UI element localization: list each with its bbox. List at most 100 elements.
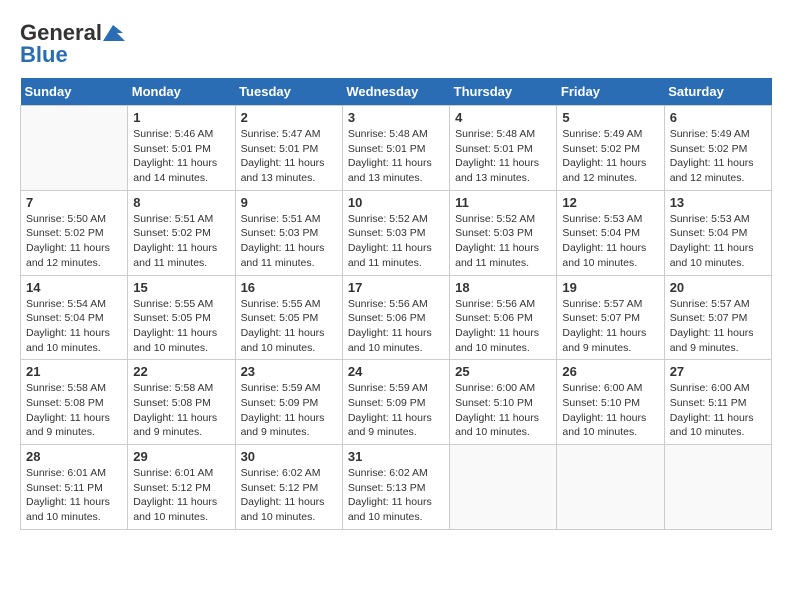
day-info: Sunrise: 6:00 AM Sunset: 5:10 PM Dayligh… (562, 381, 658, 440)
day-number: 8 (133, 195, 229, 210)
day-info: Sunrise: 6:02 AM Sunset: 5:12 PM Dayligh… (241, 466, 337, 525)
day-number: 22 (133, 364, 229, 379)
calendar-week-row: 21 Sunrise: 5:58 AM Sunset: 5:08 PM Dayli… (21, 360, 772, 445)
day-info: Sunrise: 6:00 AM Sunset: 5:10 PM Dayligh… (455, 381, 551, 440)
day-info: Sunrise: 5:48 AM Sunset: 5:01 PM Dayligh… (455, 127, 551, 186)
weekday-header-cell: Saturday (664, 78, 771, 106)
day-info: Sunrise: 5:50 AM Sunset: 5:02 PM Dayligh… (26, 212, 122, 271)
calendar-day-cell: 8 Sunrise: 5:51 AM Sunset: 5:02 PM Daylig… (128, 190, 235, 275)
calendar-day-cell: 7Sunrise: 5:50 AM Sunset: 5:02 PM Daylig… (21, 190, 128, 275)
logo-blue: Blue (20, 42, 68, 68)
logo: General Blue (20, 20, 126, 68)
day-info: Sunrise: 5:59 AM Sunset: 5:09 PM Dayligh… (348, 381, 444, 440)
day-number: 24 (348, 364, 444, 379)
day-number: 26 (562, 364, 658, 379)
day-info: Sunrise: 5:57 AM Sunset: 5:07 PM Dayligh… (670, 297, 766, 356)
calendar-day-cell: 30 Sunrise: 6:02 AM Sunset: 5:12 PM Dayli… (235, 445, 342, 530)
day-number: 17 (348, 280, 444, 295)
calendar-day-cell: 14 Sunrise: 5:54 AM Sunset: 5:04 PM Dayli… (21, 275, 128, 360)
day-number: 18 (455, 280, 551, 295)
calendar-week-row: 28 Sunrise: 6:01 AM Sunset: 5:11 PM Dayli… (21, 445, 772, 530)
day-info: Sunrise: 5:53 AM Sunset: 5:04 PM Dayligh… (670, 212, 766, 271)
day-number: 25 (455, 364, 551, 379)
calendar-day-cell: 11 Sunrise: 5:52 AM Sunset: 5:03 PM Dayli… (450, 190, 557, 275)
day-info: Sunrise: 5:55 AM Sunset: 5:05 PM Dayligh… (241, 297, 337, 356)
page-header: General Blue (20, 20, 772, 68)
calendar-day-cell (557, 445, 664, 530)
weekday-header-cell: Thursday (450, 78, 557, 106)
calendar-day-cell: 13 Sunrise: 5:53 AM Sunset: 5:04 PM Dayli… (664, 190, 771, 275)
day-number: 9 (241, 195, 337, 210)
weekday-header-cell: Friday (557, 78, 664, 106)
calendar-day-cell: 26 Sunrise: 6:00 AM Sunset: 5:10 PM Dayli… (557, 360, 664, 445)
day-number: 16 (241, 280, 337, 295)
calendar-day-cell: 27 Sunrise: 6:00 AM Sunset: 5:11 PM Dayli… (664, 360, 771, 445)
day-info: Sunrise: 5:51 AM Sunset: 5:02 PM Dayligh… (133, 212, 229, 271)
day-number: 31 (348, 449, 444, 464)
day-info: Sunrise: 5:47 AM Sunset: 5:01 PM Dayligh… (241, 127, 337, 186)
day-info: Sunrise: 5:52 AM Sunset: 5:03 PM Dayligh… (455, 212, 551, 271)
calendar-day-cell: 18 Sunrise: 5:56 AM Sunset: 5:06 PM Dayli… (450, 275, 557, 360)
calendar-day-cell: 24 Sunrise: 5:59 AM Sunset: 5:09 PM Dayli… (342, 360, 449, 445)
weekday-header-cell: Wednesday (342, 78, 449, 106)
day-number: 4 (455, 110, 551, 125)
day-number: 1 (133, 110, 229, 125)
day-info: Sunrise: 6:02 AM Sunset: 5:13 PM Dayligh… (348, 466, 444, 525)
day-number: 5 (562, 110, 658, 125)
day-number: 29 (133, 449, 229, 464)
day-number: 14 (26, 280, 122, 295)
day-number: 27 (670, 364, 766, 379)
calendar-day-cell (21, 106, 128, 191)
day-info: Sunrise: 5:52 AM Sunset: 5:03 PM Dayligh… (348, 212, 444, 271)
day-info: Sunrise: 5:46 AM Sunset: 5:01 PM Dayligh… (133, 127, 229, 186)
day-number: 19 (562, 280, 658, 295)
calendar-day-cell (664, 445, 771, 530)
calendar-body: 1 Sunrise: 5:46 AM Sunset: 5:01 PM Daylig… (21, 106, 772, 530)
calendar-day-cell: 22 Sunrise: 5:58 AM Sunset: 5:08 PM Dayli… (128, 360, 235, 445)
day-number: 6 (670, 110, 766, 125)
day-info: Sunrise: 5:56 AM Sunset: 5:06 PM Dayligh… (348, 297, 444, 356)
day-info: Sunrise: 5:56 AM Sunset: 5:06 PM Dayligh… (455, 297, 551, 356)
calendar-day-cell: 5Sunrise: 5:49 AM Sunset: 5:02 PM Daylig… (557, 106, 664, 191)
day-number: 12 (562, 195, 658, 210)
day-info: Sunrise: 6:01 AM Sunset: 5:11 PM Dayligh… (26, 466, 122, 525)
calendar-day-cell: 3Sunrise: 5:48 AM Sunset: 5:01 PM Daylig… (342, 106, 449, 191)
calendar-day-cell: 2Sunrise: 5:47 AM Sunset: 5:01 PM Daylig… (235, 106, 342, 191)
day-number: 15 (133, 280, 229, 295)
day-number: 21 (26, 364, 122, 379)
weekday-header-cell: Tuesday (235, 78, 342, 106)
day-info: Sunrise: 5:51 AM Sunset: 5:03 PM Dayligh… (241, 212, 337, 271)
day-info: Sunrise: 5:58 AM Sunset: 5:08 PM Dayligh… (133, 381, 229, 440)
day-number: 28 (26, 449, 122, 464)
calendar-day-cell: 29Sunrise: 6:01 AM Sunset: 5:12 PM Dayli… (128, 445, 235, 530)
calendar-day-cell: 20 Sunrise: 5:57 AM Sunset: 5:07 PM Dayli… (664, 275, 771, 360)
day-number: 30 (241, 449, 337, 464)
day-info: Sunrise: 5:59 AM Sunset: 5:09 PM Dayligh… (241, 381, 337, 440)
day-info: Sunrise: 5:57 AM Sunset: 5:07 PM Dayligh… (562, 297, 658, 356)
calendar-day-cell: 16 Sunrise: 5:55 AM Sunset: 5:05 PM Dayli… (235, 275, 342, 360)
day-number: 3 (348, 110, 444, 125)
day-info: Sunrise: 6:00 AM Sunset: 5:11 PM Dayligh… (670, 381, 766, 440)
day-info: Sunrise: 5:53 AM Sunset: 5:04 PM Dayligh… (562, 212, 658, 271)
calendar-day-cell (450, 445, 557, 530)
calendar-day-cell: 31 Sunrise: 6:02 AM Sunset: 5:13 PM Dayli… (342, 445, 449, 530)
day-number: 20 (670, 280, 766, 295)
day-info: Sunrise: 5:49 AM Sunset: 5:02 PM Dayligh… (670, 127, 766, 186)
day-number: 13 (670, 195, 766, 210)
day-info: Sunrise: 5:58 AM Sunset: 5:08 PM Dayligh… (26, 381, 122, 440)
calendar-day-cell: 4 Sunrise: 5:48 AM Sunset: 5:01 PM Daylig… (450, 106, 557, 191)
weekday-header-row: SundayMondayTuesdayWednesdayThursdayFrid… (21, 78, 772, 106)
day-info: Sunrise: 5:55 AM Sunset: 5:05 PM Dayligh… (133, 297, 229, 356)
day-number: 23 (241, 364, 337, 379)
day-number: 10 (348, 195, 444, 210)
calendar-day-cell: 25 Sunrise: 6:00 AM Sunset: 5:10 PM Dayli… (450, 360, 557, 445)
day-info: Sunrise: 5:54 AM Sunset: 5:04 PM Dayligh… (26, 297, 122, 356)
calendar-day-cell: 12 Sunrise: 5:53 AM Sunset: 5:04 PM Dayli… (557, 190, 664, 275)
calendar-week-row: 7Sunrise: 5:50 AM Sunset: 5:02 PM Daylig… (21, 190, 772, 275)
calendar-day-cell: 1 Sunrise: 5:46 AM Sunset: 5:01 PM Daylig… (128, 106, 235, 191)
calendar-day-cell: 6 Sunrise: 5:49 AM Sunset: 5:02 PM Daylig… (664, 106, 771, 191)
calendar-week-row: 1 Sunrise: 5:46 AM Sunset: 5:01 PM Daylig… (21, 106, 772, 191)
calendar-day-cell: 17 Sunrise: 5:56 AM Sunset: 5:06 PM Dayli… (342, 275, 449, 360)
calendar-day-cell: 23 Sunrise: 5:59 AM Sunset: 5:09 PM Dayli… (235, 360, 342, 445)
day-number: 11 (455, 195, 551, 210)
